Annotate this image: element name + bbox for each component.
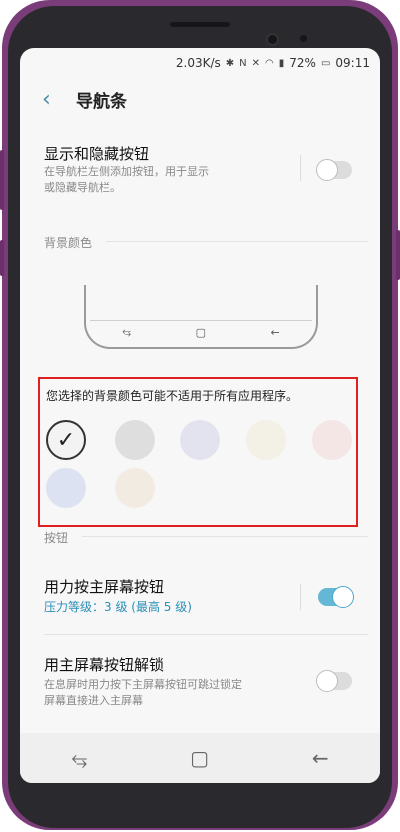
color-swatch-3[interactable] (180, 420, 220, 460)
toggle-knob (332, 586, 354, 608)
divider (300, 584, 301, 610)
home-unlock-toggle[interactable] (316, 670, 352, 692)
back-icon[interactable]: ‹ (42, 87, 62, 112)
proximity-sensor (300, 35, 307, 42)
section-buttons: 按钮 (44, 531, 69, 545)
press-home-setting[interactable]: 用力按主屏幕按钮 压力等级：3 级 (最高 5 级) (20, 576, 380, 626)
wifi-icon: ◠ (265, 57, 274, 69)
preview-navbar: ⥃ ▢ ← (90, 320, 312, 343)
bluetooth-icon: ✱ (225, 57, 235, 69)
color-swatch-2[interactable] (115, 420, 155, 460)
mute-icon: ✕ (251, 57, 261, 69)
volume-button (0, 150, 4, 210)
unlock-subtitle-1: 在息屏时用力按下主屏幕按钮可跳过锁定 (44, 678, 242, 691)
color-swatch-1[interactable]: ✓ (46, 420, 86, 460)
show-hide-title: 显示和隐藏按钮 (44, 145, 150, 163)
back-arrow-icon: ← (270, 325, 280, 339)
battery-icon: ▭ (320, 57, 331, 69)
color-swatch-5[interactable] (312, 420, 352, 460)
back-button-icon[interactable]: ← (312, 746, 329, 770)
background-notice: 您选择的背景颜色可能不适用于所有应用程序。 (46, 389, 299, 403)
status-bar: 2.03K/s ✱ N ✕ ◠ ▮ 72% ▭ 09:11 (20, 48, 380, 78)
check-icon: ✓ (56, 427, 76, 453)
divider (300, 155, 301, 181)
screen: 2.03K/s ✱ N ✕ ◠ ▮ 72% ▭ 09:11 ‹ 导航条 显示和隐… (20, 48, 380, 783)
section-background-color: 背景颜色 (44, 236, 93, 250)
toggle-knob (316, 159, 338, 181)
navbar-preview: ⥃ ▢ ← (84, 285, 318, 349)
show-hide-buttons-setting[interactable]: 显示和隐藏按钮 在导航栏左侧添加按钮，用于显示 或隐藏导航栏。 (20, 143, 380, 203)
unlock-subtitle-2: 屏幕直接进入主屏幕 (44, 694, 143, 707)
front-camera (268, 35, 277, 44)
press-home-toggle[interactable] (318, 586, 354, 608)
system-navbar: ⥃ ▢ ← (20, 733, 380, 783)
battery-level: 72% (289, 56, 316, 70)
power-button (396, 230, 400, 280)
earpiece (170, 22, 230, 27)
section-line (82, 536, 368, 537)
bixby-button (0, 240, 4, 276)
nfc-icon: N (239, 57, 247, 69)
color-swatch-4[interactable] (246, 420, 286, 460)
toggle-knob (316, 670, 338, 692)
color-swatch-6[interactable] (46, 468, 86, 508)
show-hide-subtitle-2: 或隐藏导航栏。 (44, 181, 121, 194)
color-swatch-7[interactable] (115, 468, 155, 508)
home-button-icon[interactable]: ▢ (190, 746, 209, 770)
row-divider (44, 634, 368, 635)
page-title: 导航条 (76, 91, 127, 112)
recent-apps-icon[interactable]: ⥃ (71, 746, 87, 770)
unlock-title: 用主屏幕按钮解锁 (44, 656, 165, 674)
signal-icon: ▮ (278, 57, 285, 69)
recent-apps-icon: ⥃ (122, 325, 132, 338)
show-hide-subtitle-1: 在导航栏左侧添加按钮，用于显示 (44, 165, 209, 178)
home-unlock-setting[interactable]: 用主屏幕按钮解锁 在息屏时用力按下主屏幕按钮可跳过锁定 屏幕直接进入主屏幕 (20, 654, 380, 714)
pressure-level: 压力等级：3 级 (最高 5 级) (44, 600, 192, 614)
clock: 09:11 (335, 56, 370, 70)
press-home-title: 用力按主屏幕按钮 (44, 578, 165, 596)
show-hide-toggle[interactable] (316, 159, 352, 181)
app-bar: ‹ 导航条 (20, 78, 380, 120)
home-icon: ▢ (195, 325, 206, 339)
network-speed: 2.03K/s (175, 56, 221, 70)
section-line (106, 241, 368, 242)
